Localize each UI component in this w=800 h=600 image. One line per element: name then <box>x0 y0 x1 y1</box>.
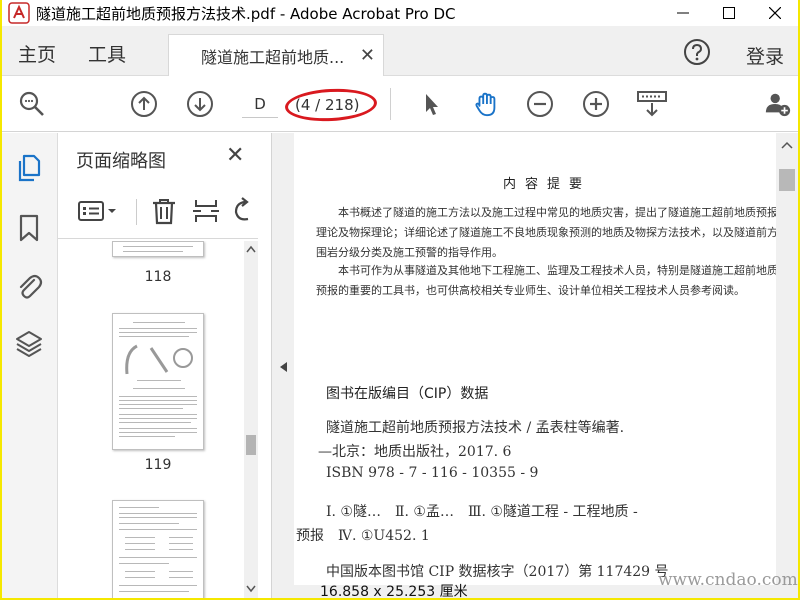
cip-line: Ⅰ. ①隧… Ⅱ. ①孟… Ⅲ. ①隧道工程 - 工程地质 - <box>326 504 638 520</box>
cip-line: 预报 Ⅳ. ①U452. 1 <box>296 528 430 544</box>
cip-title: 图书在版编目（CIP）数据 <box>326 386 489 402</box>
zoom-out-icon[interactable] <box>526 90 554 118</box>
document-page: 内容提要 本书概述了隧道的施工方法以及施工过程中常见的地质灾害，提出了隧道施工超… <box>294 133 776 585</box>
select-arrow-icon[interactable] <box>417 90 445 118</box>
document-tab-label: 隧道施工超前地质... <box>201 47 345 67</box>
share-user-icon[interactable] <box>764 90 792 118</box>
menu-home[interactable]: 主页 <box>18 40 56 67</box>
prev-page-icon[interactable] <box>130 90 158 118</box>
document-scrollbar[interactable] <box>776 133 798 585</box>
cip-line: ISBN 978 - 7 - 116 - 10355 - 9 <box>326 465 539 481</box>
menu-tools[interactable]: 工具 <box>88 40 126 67</box>
thumbnail-list: 118 119 <box>58 241 258 598</box>
zoom-icon[interactable] <box>18 90 46 118</box>
hand-tool-icon[interactable] <box>472 90 500 118</box>
app-logo-icon <box>6 0 32 26</box>
maximize-icon[interactable] <box>706 0 752 26</box>
window-title: 隧道施工超前地质预报方法技术.pdf - Adobe Acrobat Pro D… <box>36 4 456 23</box>
thumbnail-panel: 页面缩略图 ✕ 118 119 <box>58 133 272 598</box>
page-thumbnails-icon[interactable] <box>14 153 44 183</box>
thumbnail-scrollbar[interactable] <box>244 241 258 598</box>
document-view[interactable]: 内容提要 本书概述了隧道的施工方法以及施工过程中常见的地质灾害，提出了隧道施工超… <box>294 133 798 598</box>
delete-page-icon[interactable] <box>150 197 178 225</box>
marquee-zoom-icon[interactable] <box>636 90 668 118</box>
options-menu-icon[interactable] <box>76 197 120 225</box>
page-number-input[interactable] <box>242 90 278 118</box>
panel-title: 页面缩略图 <box>76 151 166 172</box>
login-button[interactable]: 登录 <box>746 42 784 69</box>
cip-line: 中国版本图书馆 CIP 数据核字（2017）第 117429 号 <box>326 564 669 580</box>
attachments-icon[interactable] <box>14 271 44 301</box>
extract-pages-icon[interactable] <box>192 197 220 225</box>
panel-collapse-strip[interactable] <box>272 133 294 598</box>
minimize-icon[interactable] <box>660 0 706 26</box>
panel-close-icon[interactable]: ✕ <box>226 143 244 168</box>
bookmarks-icon[interactable] <box>14 213 44 243</box>
page-heading: 内容提要 <box>502 177 591 192</box>
close-icon[interactable] <box>752 0 798 26</box>
thumbnail-page-119[interactable] <box>112 313 204 450</box>
help-icon[interactable] <box>683 38 711 70</box>
title-bar: 隧道施工超前地质预报方法技术.pdf - Adobe Acrobat Pro D… <box>2 0 798 26</box>
collapse-arrow-icon[interactable] <box>278 361 288 373</box>
thumbnail-scrollbar-thumb[interactable] <box>246 435 256 455</box>
main-toolbar <box>2 77 798 132</box>
page-size-label: 16.858 x 25.253 厘米 <box>320 584 468 598</box>
thumbnail-label: 118 <box>144 269 172 285</box>
cip-line: 隧道施工超前地质预报方法技术 / 孟表柱等编著. <box>326 420 625 436</box>
acrobat-window: 隧道施工超前地质预报方法技术.pdf - Adobe Acrobat Pro D… <box>2 0 798 598</box>
thumbnail-page-118[interactable] <box>112 241 204 257</box>
tab-close-icon[interactable]: ✕ <box>360 45 375 66</box>
document-scrollbar-thumb[interactable] <box>779 169 795 191</box>
zoom-in-icon[interactable] <box>582 90 610 118</box>
layers-icon[interactable] <box>14 329 44 359</box>
summary-paragraph-2: 本书可作为从事隧道及其他地下工程施工、监理及工程技术人员，特别是隧道施工超前地质… <box>316 264 776 297</box>
cip-line: —北京：地质出版社，2017. 6 <box>318 444 512 460</box>
site-watermark: www.cndao.com <box>658 570 798 590</box>
menu-tab-bar: 主页 工具 隧道施工超前地质... ✕ <box>2 26 798 76</box>
next-page-icon[interactable] <box>186 90 214 118</box>
left-navigation-rail <box>2 133 58 598</box>
rotate-page-icon[interactable] <box>230 197 258 225</box>
thumbnail-page-120[interactable] <box>112 500 204 598</box>
thumbnail-label: 119 <box>144 457 172 473</box>
document-tab[interactable]: 隧道施工超前地质... ✕ <box>168 34 384 76</box>
summary-paragraph-1: 本书概述了隧道的施工方法以及施工过程中常见的地质灾害，提出了隧道施工超前地质预报… <box>316 206 776 259</box>
panel-toolbar <box>58 185 258 239</box>
